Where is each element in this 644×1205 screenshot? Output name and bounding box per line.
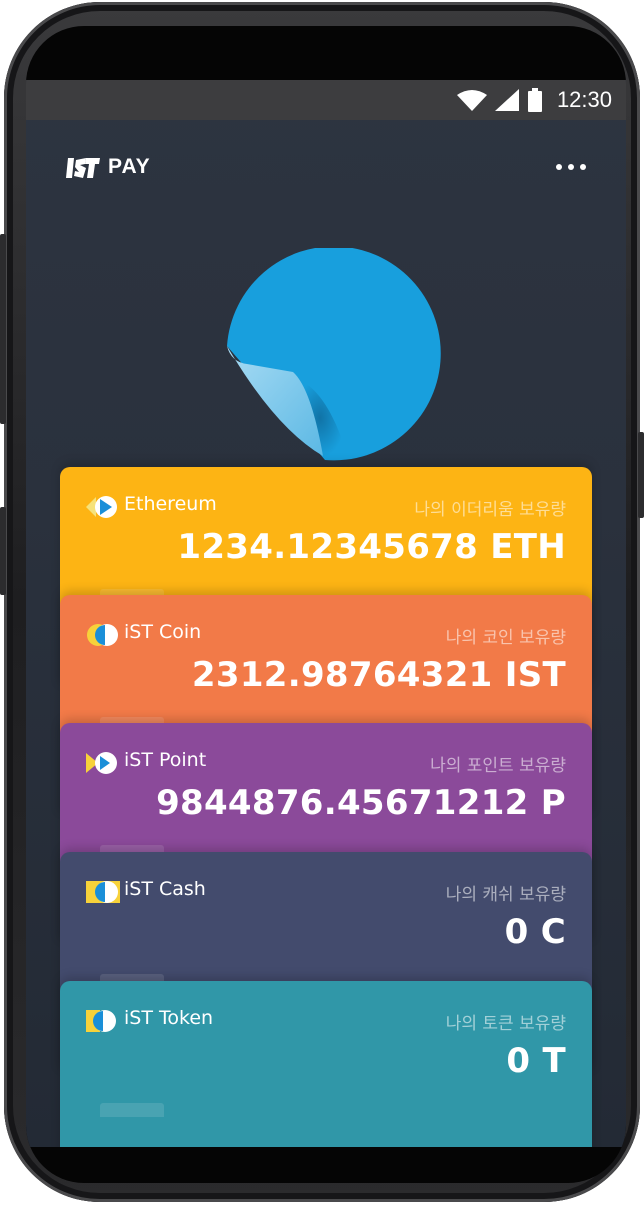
ist-token-card[interactable]: iST Token 나의 토큰 보유량 0 T [60,981,592,1147]
ist-logo-icon [66,158,100,178]
peeling-sticker-icon [227,248,441,461]
card-label: 나의 토큰 보유량 [445,1014,566,1034]
card-amount: 2312.98764321 IST [191,655,566,695]
card-name: iST Token [124,1007,214,1029]
card-tab [100,1103,164,1117]
card-label: 나의 캐쉬 보유량 [445,885,566,905]
status-time: 12:30 [556,87,612,112]
card-amount: 9844876.45671212 P [156,783,566,823]
volume-button [0,234,6,424]
card-amount: 1234.12345678 ETH [177,527,566,567]
ist-pay-logo: PAY [66,154,151,180]
ist-cash-icon [86,881,120,903]
battery-icon [527,88,542,112]
logo-text: PAY [108,155,151,178]
wifi-icon [456,90,487,111]
phone-frame: 12:30 PAY Ethereum 나의 이더리움 보유량 1234.1234… [0,2,644,1202]
ist-coin-icon [87,624,118,646]
signal-icon [494,89,519,111]
card-label: 나의 포인트 보유량 [430,756,566,776]
card-amount: 0 T [506,1041,566,1081]
ethereum-icon [86,496,117,518]
card-name: Ethereum [124,493,217,515]
ist-token-icon [86,1010,116,1032]
power-button [0,507,6,595]
card-name: iST Cash [124,878,206,900]
more-menu-button[interactable] [556,164,586,170]
status-bar: 12:30 [26,80,626,120]
card-name: iST Point [124,749,207,771]
ist-point-icon [86,752,117,774]
card-name: iST Coin [124,621,202,643]
card-label: 나의 코인 보유량 [445,628,566,648]
side-button [638,432,644,518]
card-label: 나의 이더리움 보유량 [414,500,566,520]
more-horizontal-icon [556,164,562,170]
screen-bezel: 12:30 PAY Ethereum 나의 이더리움 보유량 1234.1234… [26,26,626,1183]
card-amount: 0 C [504,912,566,952]
app-bar: PAY [26,120,626,206]
app-screen: 12:30 PAY Ethereum 나의 이더리움 보유량 1234.1234… [26,80,626,1147]
